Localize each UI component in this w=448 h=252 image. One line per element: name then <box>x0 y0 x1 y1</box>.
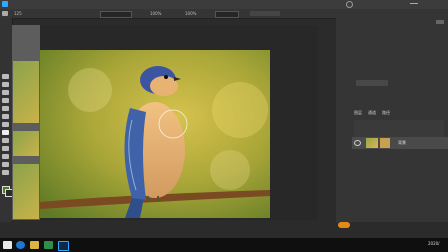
new-layer-button[interactable] <box>338 222 350 228</box>
right-panel: 图层 通道 路径 <box>336 18 448 222</box>
start-icon[interactable] <box>3 241 12 249</box>
tab-layers[interactable]: 图层 <box>354 110 362 116</box>
brush-tool-icon[interactable] <box>2 11 8 16</box>
search-icon[interactable] <box>346 1 353 8</box>
thumbnail[interactable] <box>13 164 39 219</box>
eyedropper-tool-icon[interactable] <box>2 114 9 119</box>
layer-row[interactable]: 背景 <box>352 137 448 149</box>
browser-icon[interactable] <box>16 241 25 249</box>
smoothing-field[interactable] <box>215 11 239 18</box>
crop-tool-icon[interactable] <box>2 106 9 111</box>
canvas-image[interactable] <box>40 50 270 218</box>
healing-tool-icon[interactable] <box>2 122 9 127</box>
bird-illustration <box>40 50 270 218</box>
layer-thumbnail-2 <box>380 138 390 148</box>
layer-thumbnail <box>366 138 378 148</box>
move-tool-icon[interactable] <box>2 74 9 79</box>
opacity-value[interactable]: 100% <box>150 9 161 18</box>
photoshop-taskbar-icon[interactable] <box>58 241 69 251</box>
layer-name: 背景 <box>398 140 406 145</box>
thumbnail[interactable] <box>13 131 39 156</box>
panel-tabs: 图层 通道 路径 <box>354 110 414 116</box>
ps-logo-icon <box>2 1 8 7</box>
quick-select-tool-icon[interactable] <box>2 98 9 103</box>
menu-bar <box>0 0 448 9</box>
eye-icon[interactable] <box>354 140 361 146</box>
properties-placeholder <box>356 80 388 86</box>
marquee-tool-icon[interactable] <box>2 82 9 87</box>
dodge-tool-icon[interactable] <box>2 170 9 175</box>
tab-paths[interactable]: 路径 <box>382 110 390 116</box>
symmetry-icon[interactable] <box>250 11 280 16</box>
file-explorer-icon[interactable] <box>30 241 39 249</box>
history-brush-tool-icon[interactable] <box>2 146 9 151</box>
minimize-button[interactable] <box>410 3 418 4</box>
close-button[interactable] <box>435 0 447 9</box>
flow-value[interactable]: 100% <box>185 9 196 18</box>
clone-stamp-tool-icon[interactable] <box>2 138 9 143</box>
document-strip <box>12 25 40 220</box>
app-icon[interactable] <box>44 241 53 249</box>
gradient-tool-icon[interactable] <box>2 162 9 167</box>
clock: 2020/ <box>428 241 440 246</box>
panel-collapse-icon[interactable] <box>436 20 444 24</box>
brush-size-value[interactable]: 125 <box>14 9 22 18</box>
eraser-tool-icon[interactable] <box>2 154 9 159</box>
thumbnail[interactable] <box>13 61 39 123</box>
mode-dropdown[interactable] <box>100 11 132 18</box>
lasso-tool-icon[interactable] <box>2 90 9 95</box>
brush-tool-icon[interactable] <box>2 130 9 135</box>
tab-channels[interactable]: 通道 <box>368 110 376 116</box>
